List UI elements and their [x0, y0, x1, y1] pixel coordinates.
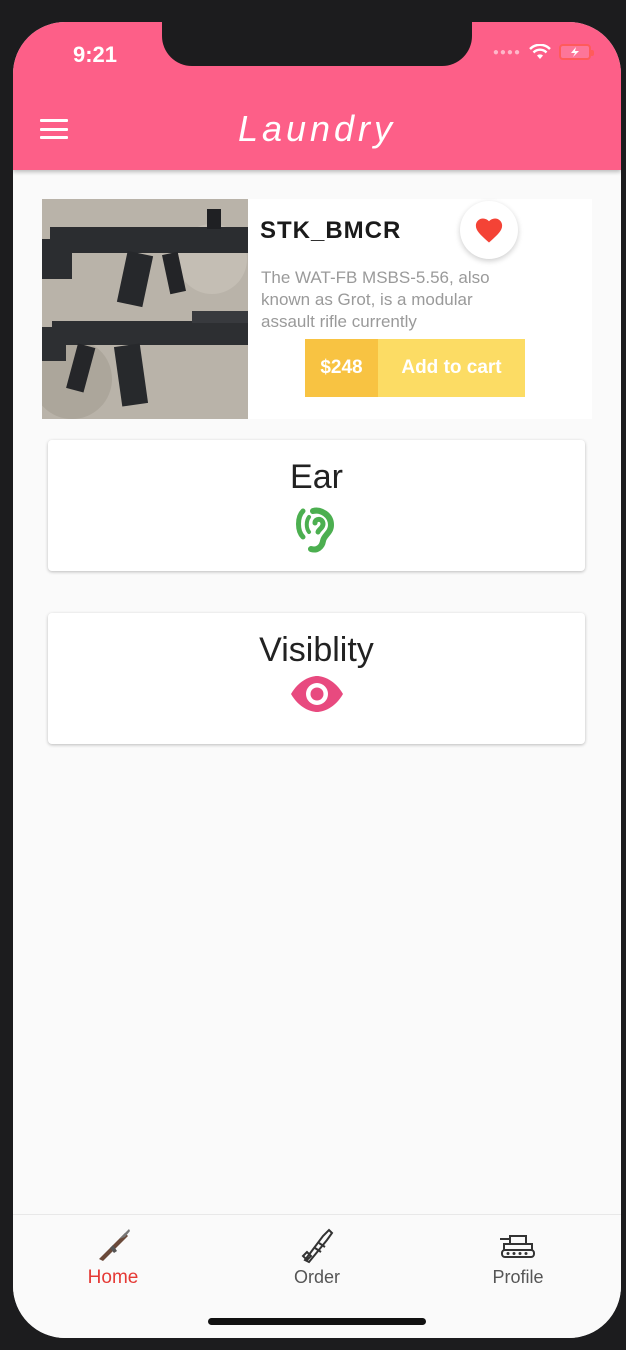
product-card[interactable]: STK_BMCR The WAT-FB MSBS-5.56, also know…: [42, 199, 592, 419]
product-price: $248: [305, 339, 378, 397]
status-time: 9:21: [73, 42, 118, 67]
product-name: STK_BMCR: [260, 217, 402, 244]
home-indicator: [208, 1318, 426, 1325]
nav-item-home[interactable]: Home: [43, 1225, 183, 1289]
nav-item-profile[interactable]: Profile: [448, 1225, 588, 1288]
feature-label: Ear: [290, 458, 343, 496]
page-title: Laundry: [237, 108, 397, 149]
add-to-cart-button[interactable]: Add to cart: [378, 339, 525, 397]
rocket-icon: [301, 1228, 334, 1264]
product-image: [42, 199, 248, 419]
nav-label: Home: [87, 1267, 139, 1288]
product-info: STK_BMCR The WAT-FB MSBS-5.56, also know…: [248, 199, 592, 419]
feature-card-ear[interactable]: Ear: [48, 440, 585, 571]
price-cart-group: $248 Add to cart: [305, 339, 525, 397]
ear-icon: [295, 507, 334, 553]
app-bar: 9:21 ●●●● Laundry: [13, 22, 621, 170]
signal-icon: ●●●●: [492, 46, 521, 58]
battery-icon: [559, 44, 594, 60]
nav-item-order[interactable]: Order: [247, 1225, 387, 1288]
favorite-button[interactable]: [460, 201, 518, 259]
device-notch: [162, 22, 472, 66]
tank-icon: [500, 1235, 535, 1258]
heart-icon: [475, 218, 503, 243]
nav-label: Profile: [492, 1267, 544, 1287]
wifi-icon: [529, 44, 551, 59]
feature-label: Visiblity: [259, 631, 374, 669]
feature-card-visibility[interactable]: Visiblity: [48, 613, 585, 744]
nav-label: Order: [293, 1267, 340, 1287]
app-screen: 9:21 ●●●● Laundry STK_BMCR The WAT-FB MS…: [13, 22, 621, 1338]
rifle-icon: [99, 1229, 130, 1261]
product-description: The WAT-FB MSBS-5.56, also known as Grot…: [261, 268, 490, 331]
status-icons: ●●●●: [492, 44, 594, 60]
eye-icon: [290, 676, 343, 712]
